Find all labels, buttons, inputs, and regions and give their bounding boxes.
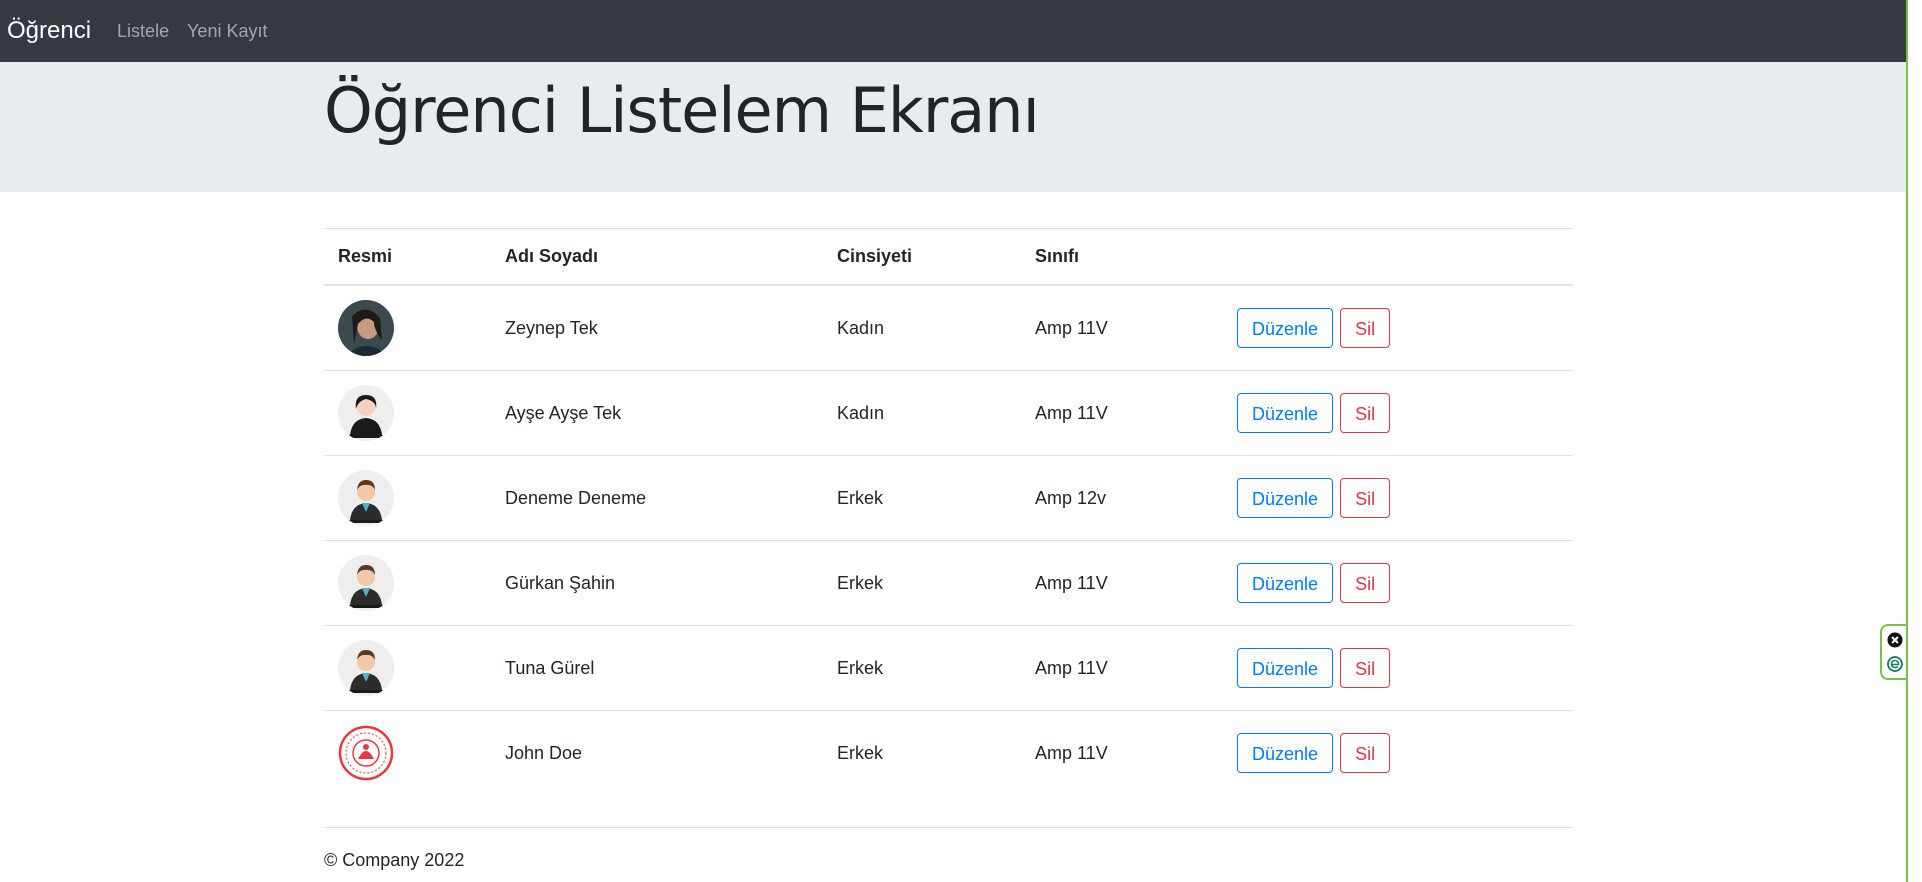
close-circle-icon[interactable]	[1887, 632, 1903, 648]
student-class: Amp 11V	[1021, 370, 1223, 456]
avatar-cell	[324, 370, 491, 456]
avatar	[338, 725, 394, 781]
student-table: Resmi Adı Soyadı Cinsiyeti Sınıfı Zeynep…	[324, 228, 1573, 795]
navbar-brand[interactable]: Öğrenci	[7, 17, 91, 45]
avatar-cell	[324, 711, 491, 796]
table-header-row: Resmi Adı Soyadı Cinsiyeti Sınıfı	[324, 228, 1573, 286]
window-edge	[1906, 0, 1922, 882]
actions-cell: Düzenle Sil	[1223, 285, 1573, 371]
delete-button[interactable]: Sil	[1340, 648, 1391, 688]
delete-button[interactable]: Sil	[1340, 308, 1391, 348]
extension-e-icon[interactable]	[1887, 656, 1903, 672]
student-name: Zeynep Tek	[491, 285, 823, 371]
header-resmi: Resmi	[324, 228, 491, 286]
delete-button[interactable]: Sil	[1340, 563, 1391, 603]
student-name: Gürkan Şahin	[491, 540, 823, 626]
avatar-cell	[324, 455, 491, 541]
table-row: Ayşe Ayşe Tek Kadın Amp 11V Düzenle Sil	[324, 370, 1573, 456]
student-gender: Kadın	[823, 285, 1021, 371]
table-row: Zeynep Tek Kadın Amp 11V Düzenle Sil	[324, 285, 1573, 371]
avatar	[338, 470, 394, 526]
student-class: Amp 12v	[1021, 455, 1223, 541]
actions-cell: Düzenle Sil	[1223, 625, 1573, 711]
student-gender: Erkek	[823, 625, 1021, 711]
actions-cell: Düzenle Sil	[1223, 455, 1573, 541]
avatar-cell	[324, 540, 491, 626]
avatar-cell	[324, 625, 491, 711]
footer: © Company 2022	[324, 827, 1573, 871]
delete-button[interactable]: Sil	[1340, 393, 1391, 433]
header-sinifi: Sınıfı	[1021, 228, 1223, 286]
actions-cell: Düzenle Sil	[1223, 370, 1573, 456]
student-name: John Doe	[505, 742, 583, 763]
edit-button[interactable]: Düzenle	[1237, 733, 1334, 773]
student-class: Amp 11V	[1035, 742, 1108, 763]
avatar-cell	[324, 285, 491, 371]
nav-link-listele[interactable]: Listele	[117, 21, 169, 42]
edit-button[interactable]: Düzenle	[1237, 308, 1334, 348]
actions-cell: Düzenle Sil	[1223, 540, 1573, 626]
student-class: Amp 11V	[1021, 540, 1223, 626]
table-row: Tuna Gürel Erkek Amp 11V Düzenle Sil	[324, 625, 1573, 711]
extension-panel	[1880, 624, 1906, 680]
avatar	[338, 385, 394, 441]
student-table-container: Resmi Adı Soyadı Cinsiyeti Sınıfı Zeynep…	[324, 228, 1573, 795]
edit-button[interactable]: Düzenle	[1237, 478, 1334, 518]
edit-button[interactable]: Düzenle	[1237, 648, 1334, 688]
edit-button[interactable]: Düzenle	[1237, 563, 1334, 603]
avatar	[338, 300, 394, 356]
student-gender: Erkek	[823, 540, 1021, 626]
delete-button[interactable]: Sil	[1340, 733, 1391, 773]
header-adi-soyadi: Adı Soyadı	[491, 228, 823, 286]
student-name: Ayşe Ayşe Tek	[491, 370, 823, 456]
student-class: Amp 11V	[1021, 625, 1223, 711]
student-class: Amp 11V	[1021, 285, 1223, 371]
avatar	[338, 640, 394, 696]
jumbotron: Öğrenci Listelem Ekranı	[0, 62, 1906, 192]
student-gender: Erkek	[823, 455, 1021, 541]
student-name: Tuna Gürel	[491, 625, 823, 711]
student-gender: Erkek	[837, 742, 884, 763]
header-cinsiyeti: Cinsiyeti	[823, 228, 1021, 286]
table-row: Gürkan Şahin Erkek Amp 11V Düzenle Sil	[324, 540, 1573, 626]
avatar	[338, 555, 394, 611]
page-title: Öğrenci Listelem Ekranı	[324, 74, 1040, 147]
edit-button[interactable]: Düzenle	[1237, 393, 1334, 433]
delete-button[interactable]: Sil	[1340, 478, 1391, 518]
table-row: Deneme Deneme Erkek Amp 12v Düzenle Sil	[324, 455, 1573, 541]
header-actions	[1223, 228, 1573, 286]
navbar: Öğrenci Listele Yeni Kayıt	[0, 0, 1906, 62]
nav-link-yeni-kayit[interactable]: Yeni Kayıt	[187, 21, 267, 42]
actions-cell: Düzenle Sil	[1223, 711, 1573, 796]
table-row: John Doe Erkek Amp 11V Düzenle Sil	[324, 711, 1573, 796]
student-name: Deneme Deneme	[491, 455, 823, 541]
student-gender: Kadın	[823, 370, 1021, 456]
footer-copyright: © Company 2022	[324, 850, 465, 870]
